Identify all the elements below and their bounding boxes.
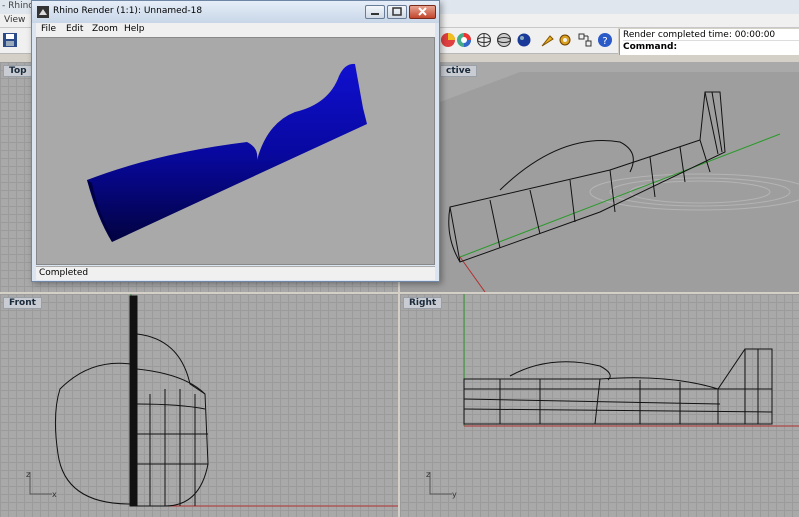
command-panel: Render completed time: 00:00:00 Command:	[619, 29, 799, 55]
front-axis-x: x	[52, 490, 57, 499]
rendered-airplane	[87, 63, 367, 242]
minimize-button[interactable]	[365, 5, 385, 19]
right-axis-z: z	[426, 470, 430, 479]
right-scene: z y	[426, 294, 799, 499]
right-axis-indicator	[429, 472, 452, 495]
right-axis-y: y	[452, 490, 457, 499]
save-icon[interactable]	[2, 32, 18, 48]
menu-view[interactable]: View	[4, 15, 25, 25]
airplane-wireframe-front	[54, 295, 209, 507]
rendered-sphere-icon[interactable]	[516, 32, 532, 48]
viewport-top-label[interactable]: Top	[3, 65, 33, 77]
viewport-right[interactable]: z y Right	[400, 294, 799, 517]
viewport-front[interactable]: z x Front	[0, 294, 398, 517]
viewport-front-label[interactable]: Front	[3, 297, 42, 309]
render-window-titlebar[interactable]: Rhino Render (1:1): Unnamed-18	[32, 1, 439, 23]
render-window-menubar: File Edit Zoom Help	[36, 23, 435, 37]
menu-file[interactable]: File	[41, 24, 56, 34]
wireframe-sphere-icon[interactable]	[476, 32, 492, 48]
front-axis-indicator	[29, 472, 52, 495]
help-icon[interactable]: ?	[597, 32, 613, 48]
menu-zoom[interactable]: Zoom	[92, 24, 118, 34]
rhino-app-icon	[37, 6, 49, 18]
viewport-right-label[interactable]: Right	[403, 297, 443, 309]
grid-options-icon[interactable]	[577, 32, 593, 48]
menu-help[interactable]: Help	[124, 24, 145, 34]
viewport-perspective-label[interactable]: ctive	[440, 65, 477, 77]
command-history: Render completed time: 00:00:00	[623, 29, 799, 41]
maximize-button[interactable]	[387, 5, 407, 19]
color-wheel-icon[interactable]	[456, 32, 472, 48]
front-scene: z x	[26, 294, 398, 507]
shaded-sphere-icon[interactable]	[496, 32, 512, 48]
command-prompt[interactable]: Command:	[623, 41, 799, 53]
close-icon	[418, 7, 427, 16]
close-button[interactable]	[409, 5, 436, 19]
settings-gear-icon[interactable]	[557, 32, 573, 48]
svg-text:?: ?	[602, 36, 607, 47]
front-axis-z: z	[26, 470, 30, 479]
maximize-icon	[392, 7, 402, 16]
render-status: Completed	[36, 266, 435, 280]
light-icon[interactable]	[540, 32, 556, 48]
render-window-title: Rhino Render (1:1): Unnamed-18	[53, 6, 203, 16]
app-title: - Rhino	[2, 1, 34, 11]
render-window[interactable]: Rhino Render (1:1): Unnamed-18 File Edit…	[31, 0, 440, 282]
render-color-icon[interactable]	[440, 32, 456, 48]
airplane-wireframe-right	[463, 348, 773, 425]
perspective-scene	[400, 72, 799, 292]
minimize-icon	[371, 13, 379, 15]
render-canvas	[36, 37, 435, 265]
viewport-perspective[interactable]: ctive	[400, 62, 799, 292]
menu-edit[interactable]: Edit	[66, 24, 83, 34]
